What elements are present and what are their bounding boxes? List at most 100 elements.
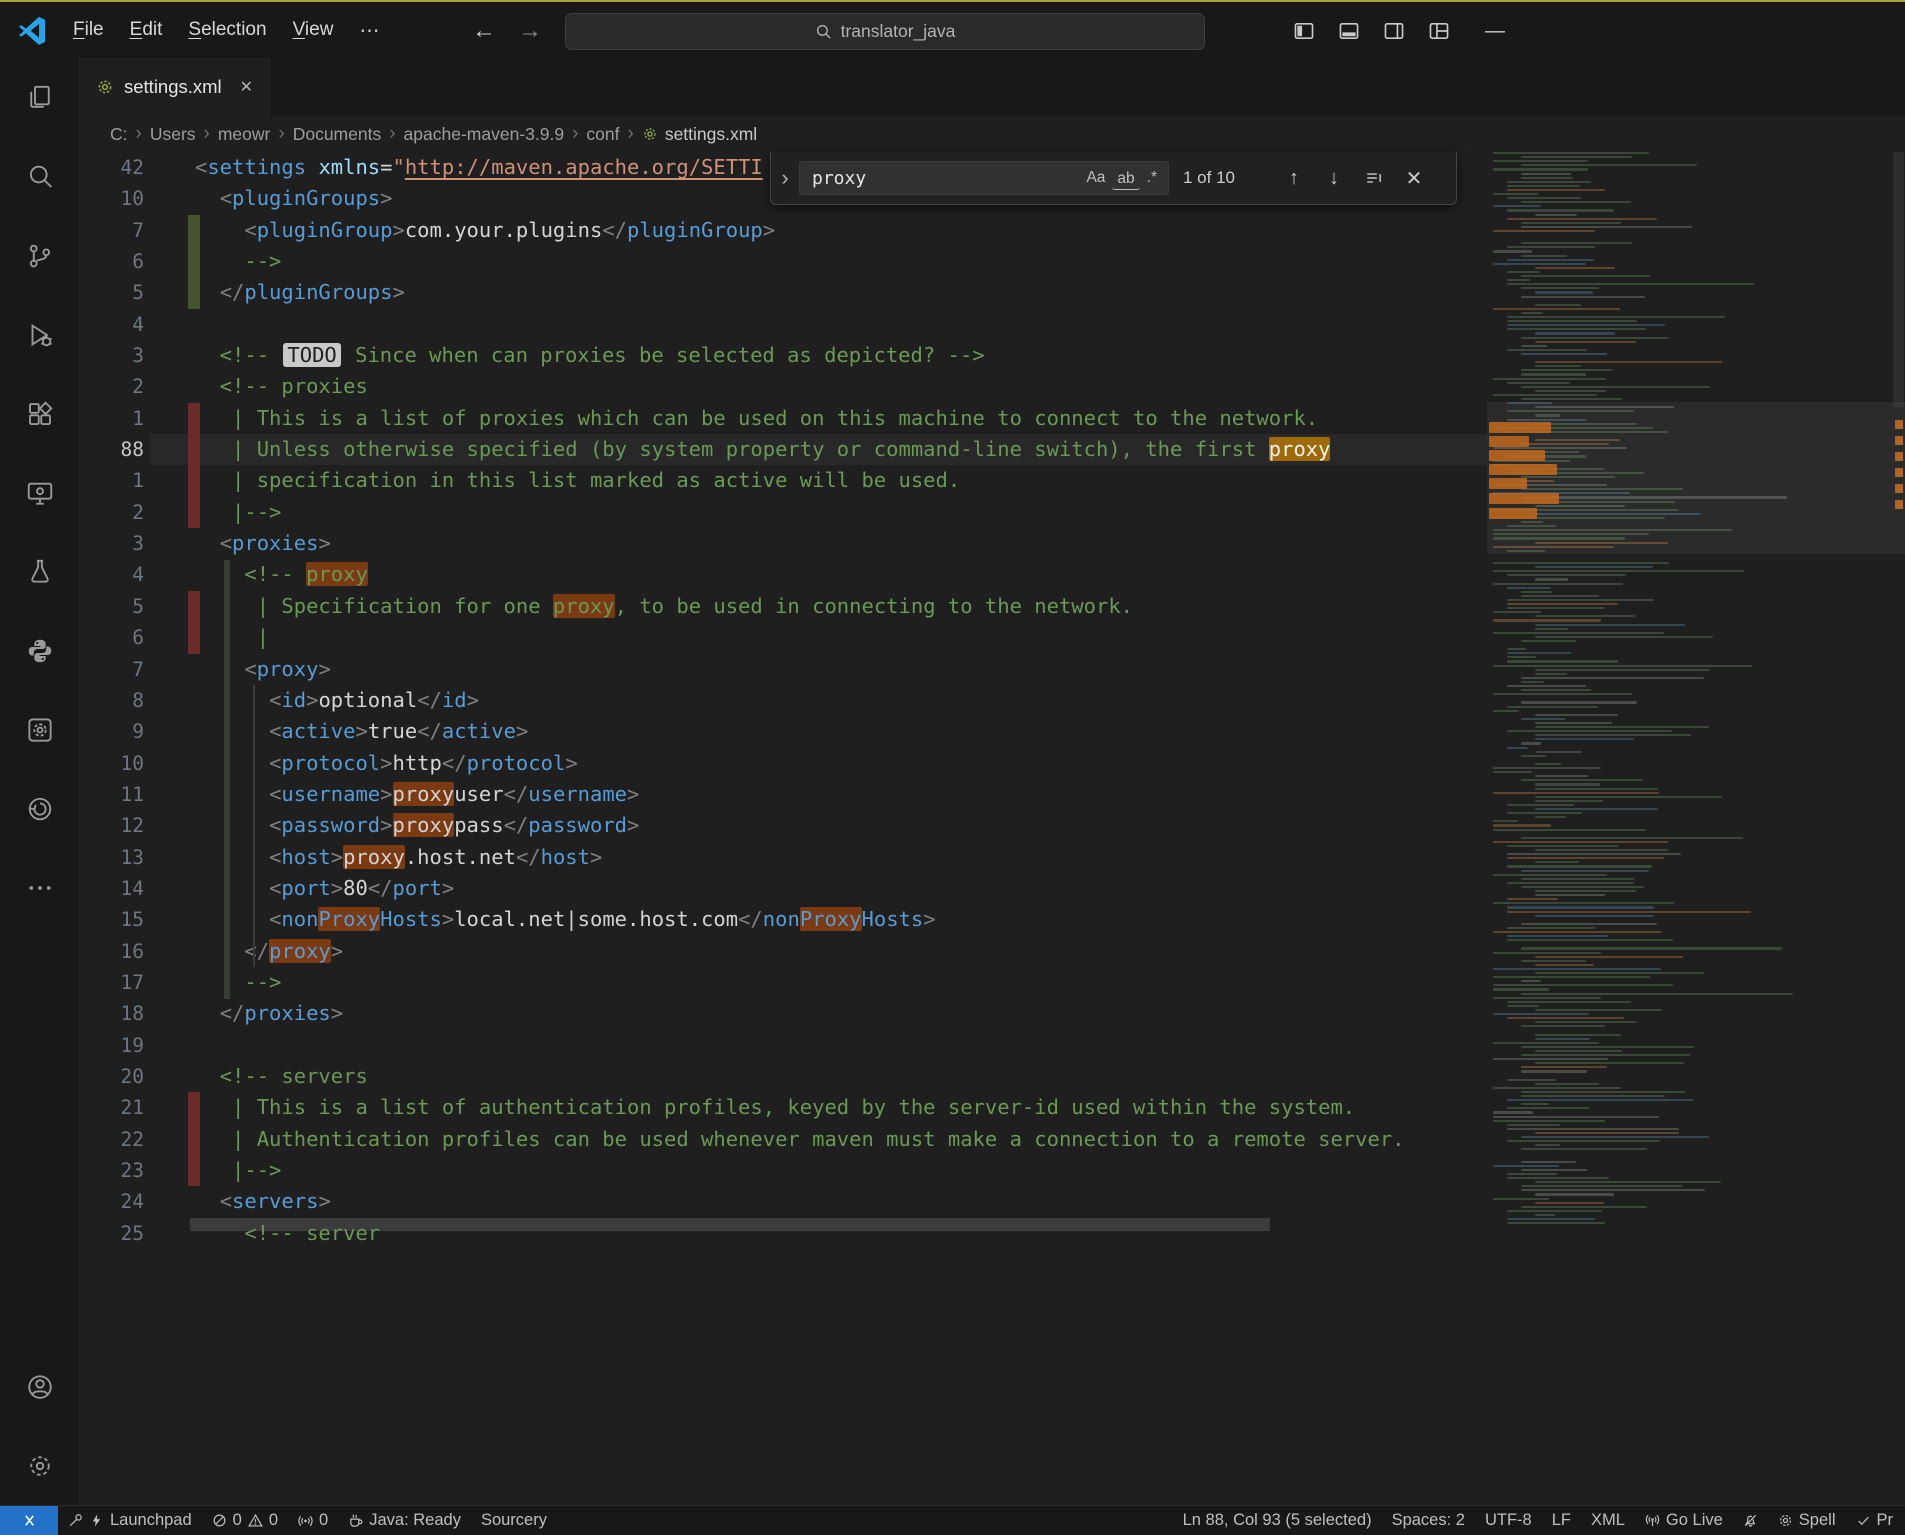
code-line[interactable]: 16 </proxy> (80, 936, 1487, 967)
code-line[interactable]: 4 <!-- proxy (80, 559, 1487, 590)
menu-edit[interactable]: Edit (117, 19, 176, 41)
breadcrumb-item[interactable]: Documents (293, 124, 382, 145)
git-gutter-indicator[interactable] (188, 591, 200, 622)
code-line[interactable]: 23 |--> (80, 1155, 1487, 1186)
code-line[interactable]: 5 | Specification for one proxy, to be u… (80, 591, 1487, 622)
tab-close-icon[interactable]: ✕ (240, 77, 253, 97)
breadcrumb-item[interactable]: Users (150, 124, 196, 145)
menu-file[interactable]: File (60, 19, 117, 41)
menu-more[interactable]: ⋯ (346, 18, 394, 43)
vertical-scrollbar[interactable] (1893, 152, 1904, 407)
minimize-button[interactable]: — (1478, 2, 1512, 60)
status-item-launchpad[interactable]: Launchpad (58, 1506, 202, 1535)
editor[interactable]: 42<settings xmlns="http://maven.apache.o… (80, 152, 1487, 1241)
code-line[interactable]: 9 <active>true</active> (80, 716, 1487, 747)
activity-item-explorer[interactable] (0, 58, 80, 137)
toggle-replace-chevron-icon[interactable]: › (771, 165, 799, 191)
status-item-java-status[interactable]: Java: Ready (338, 1506, 471, 1535)
regex-toggle[interactable]: .* (1142, 166, 1162, 190)
breadcrumb-item[interactable]: apache-maven-3.9.9 (404, 124, 565, 145)
activity-item-search[interactable] (0, 137, 80, 216)
remote-indicator[interactable] (0, 1506, 58, 1535)
minimap[interactable] (1487, 152, 1905, 1232)
find-input[interactable]: Aa ab .* (799, 161, 1169, 195)
activity-item-python[interactable] (0, 611, 80, 690)
code-line[interactable]: 10 <protocol>http</protocol> (80, 748, 1487, 779)
status-item-language-mode[interactable]: XML (1581, 1506, 1635, 1535)
horizontal-scrollbar[interactable] (190, 1218, 1270, 1231)
code-line[interactable]: 2 |--> (80, 497, 1487, 528)
status-item-notifications-muted[interactable] (1733, 1506, 1768, 1535)
status-item-encoding[interactable]: UTF-8 (1475, 1506, 1542, 1535)
git-gutter-indicator[interactable] (188, 215, 200, 246)
code-line[interactable]: 1 | This is a list of proxies which can … (80, 403, 1487, 434)
status-item-eol[interactable]: LF (1542, 1506, 1581, 1535)
layout-sidebar-right-icon[interactable] (1380, 17, 1408, 45)
activity-item-round-extension[interactable] (0, 769, 80, 848)
activity-item-run-debug[interactable] (0, 295, 80, 374)
code-line[interactable]: 1 | specification in this list marked as… (80, 465, 1487, 496)
code-line[interactable]: 21 | This is a list of authentication pr… (80, 1092, 1487, 1123)
code-line[interactable]: 14 <port>80</port> (80, 873, 1487, 904)
code-line[interactable]: 5 </pluginGroups> (80, 277, 1487, 308)
status-item-ports[interactable]: 0 (288, 1506, 338, 1535)
activity-item-remote-explorer[interactable] (0, 453, 80, 532)
activity-item-testing[interactable] (0, 532, 80, 611)
code-line[interactable]: 12 <password>proxypass</password> (80, 810, 1487, 841)
code-line[interactable]: 13 <host>proxy.host.net</host> (80, 842, 1487, 873)
activity-item-more-views[interactable] (0, 848, 80, 927)
code-line[interactable]: 3 <!-- TODO Since when can proxies be se… (80, 340, 1487, 371)
status-item-go-live[interactable]: Go Live (1635, 1506, 1733, 1535)
layout-customize-icon[interactable] (1425, 17, 1453, 45)
nav-back-button[interactable]: ← (472, 2, 496, 60)
code-line[interactable]: 88 | Unless otherwise specified (by syst… (80, 434, 1487, 465)
git-gutter-indicator[interactable] (188, 246, 200, 277)
code-line[interactable]: 7 <proxy> (80, 654, 1487, 685)
layout-panel-icon[interactable] (1335, 17, 1363, 45)
git-gutter-indicator[interactable] (188, 403, 200, 434)
find-close-button[interactable]: ✕ (1397, 161, 1431, 195)
git-gutter-indicator[interactable] (188, 465, 200, 496)
code-line[interactable]: 4 (80, 309, 1487, 340)
status-item-sourcery[interactable]: Sourcery (471, 1506, 557, 1535)
code-line[interactable]: 24 <servers> (80, 1186, 1487, 1217)
status-item-problems[interactable]: 00 (202, 1506, 288, 1535)
code-line[interactable]: 20 <!-- servers (80, 1061, 1487, 1092)
activity-item-extensions[interactable] (0, 374, 80, 453)
code-line[interactable]: 2 <!-- proxies (80, 371, 1487, 402)
breadcrumb-file[interactable]: settings.xml (642, 124, 757, 145)
status-item-prettier[interactable]: Pr (1846, 1506, 1904, 1535)
code-line[interactable]: 8 <id>optional</id> (80, 685, 1487, 716)
breadcrumb-item[interactable]: C: (110, 124, 128, 145)
breadcrumb-item[interactable]: meowr (218, 124, 271, 145)
activity-item-source-control[interactable] (0, 216, 80, 295)
code-line[interactable]: 7 <pluginGroup>com.your.plugins</pluginG… (80, 215, 1487, 246)
code-line[interactable]: 17 --> (80, 967, 1487, 998)
activity-item-accounts[interactable] (0, 1347, 80, 1426)
code-line[interactable]: 15 <nonProxyHosts>local.net|some.host.co… (80, 904, 1487, 935)
activity-item-settings-gear[interactable] (0, 1426, 80, 1505)
status-item-indentation[interactable]: Spaces: 2 (1382, 1506, 1475, 1535)
code-line[interactable]: 3 <proxies> (80, 528, 1487, 559)
code-line[interactable]: 6 --> (80, 246, 1487, 277)
menu-selection[interactable]: Selection (175, 19, 279, 41)
git-gutter-indicator[interactable] (188, 434, 200, 465)
git-gutter-indicator[interactable] (188, 277, 200, 308)
whole-word-toggle[interactable]: ab (1112, 167, 1139, 190)
code-line[interactable]: 18 </proxies> (80, 998, 1487, 1029)
code-line[interactable]: 6 | (80, 622, 1487, 653)
code-line[interactable]: 19 (80, 1030, 1487, 1061)
git-gutter-indicator[interactable] (188, 497, 200, 528)
status-item-spell-checker[interactable]: Spell (1768, 1506, 1846, 1535)
breadcrumb-item[interactable]: conf (586, 124, 619, 145)
activity-item-container-tools[interactable] (0, 690, 80, 769)
nav-forward-button[interactable]: → (518, 2, 542, 60)
code-line[interactable]: 22 | Authentication profiles can be used… (80, 1124, 1487, 1155)
git-gutter-indicator[interactable] (188, 1124, 200, 1155)
git-gutter-indicator[interactable] (188, 622, 200, 653)
status-item-cursor-position[interactable]: Ln 88, Col 93 (5 selected) (1173, 1506, 1382, 1535)
tab-settings-xml[interactable]: settings.xml ✕ (80, 58, 270, 116)
find-next-button[interactable]: ↓ (1317, 161, 1351, 195)
command-center-search[interactable]: translator_java (565, 13, 1205, 50)
find-input-field[interactable] (810, 167, 1079, 190)
